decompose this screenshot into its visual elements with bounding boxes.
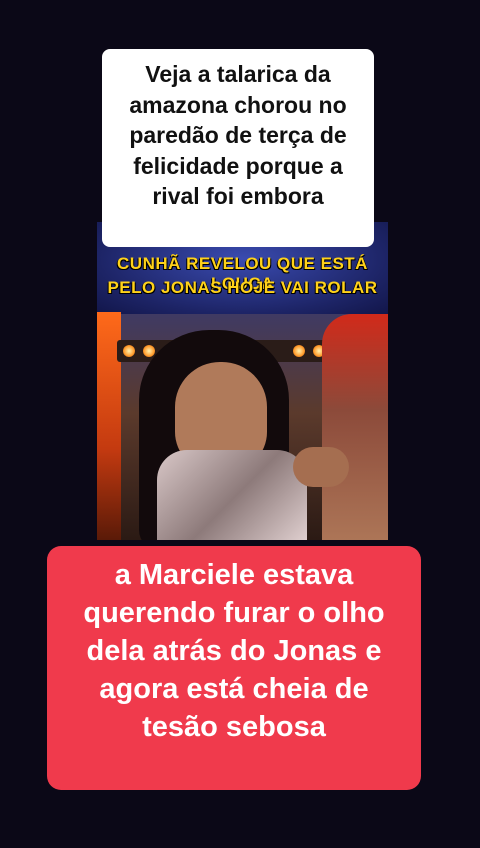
top-caption-line: felicidade porque a bbox=[133, 152, 343, 179]
top-caption-line: rival foi embora bbox=[152, 183, 324, 209]
top-caption: Veja a talarica da amazona chorou no par… bbox=[102, 49, 374, 247]
banner-line-2: PELO JONAS HOJE VAI ROLAR bbox=[107, 278, 378, 297]
video-frame[interactable]: CUNHÃ REVELOU QUE ESTÁ LOUCA PELO JONAS … bbox=[97, 222, 388, 540]
bottom-caption: a Marciele estava querendo furar o olho … bbox=[47, 546, 421, 790]
bottom-caption-line: agora está cheia de bbox=[99, 673, 369, 705]
hand bbox=[293, 447, 349, 487]
lamp-bulb bbox=[293, 345, 305, 357]
bottom-caption-line: querendo furar o olho bbox=[83, 597, 385, 629]
top-caption-line: Veja a talarica da bbox=[145, 61, 331, 87]
man-figure bbox=[322, 314, 388, 540]
top-caption-line: amazona chorou no bbox=[129, 91, 347, 118]
bottom-caption-line: tesão sebosa bbox=[142, 711, 326, 743]
woman-outfit bbox=[157, 450, 307, 540]
bottom-caption-line: dela atrás do Jonas e bbox=[86, 635, 382, 667]
bottom-caption-line: a Marciele estava bbox=[114, 559, 354, 591]
lamp-bulb bbox=[123, 345, 135, 357]
lamp-bulb bbox=[143, 345, 155, 357]
top-caption-line: paredão de terça de bbox=[129, 122, 347, 148]
